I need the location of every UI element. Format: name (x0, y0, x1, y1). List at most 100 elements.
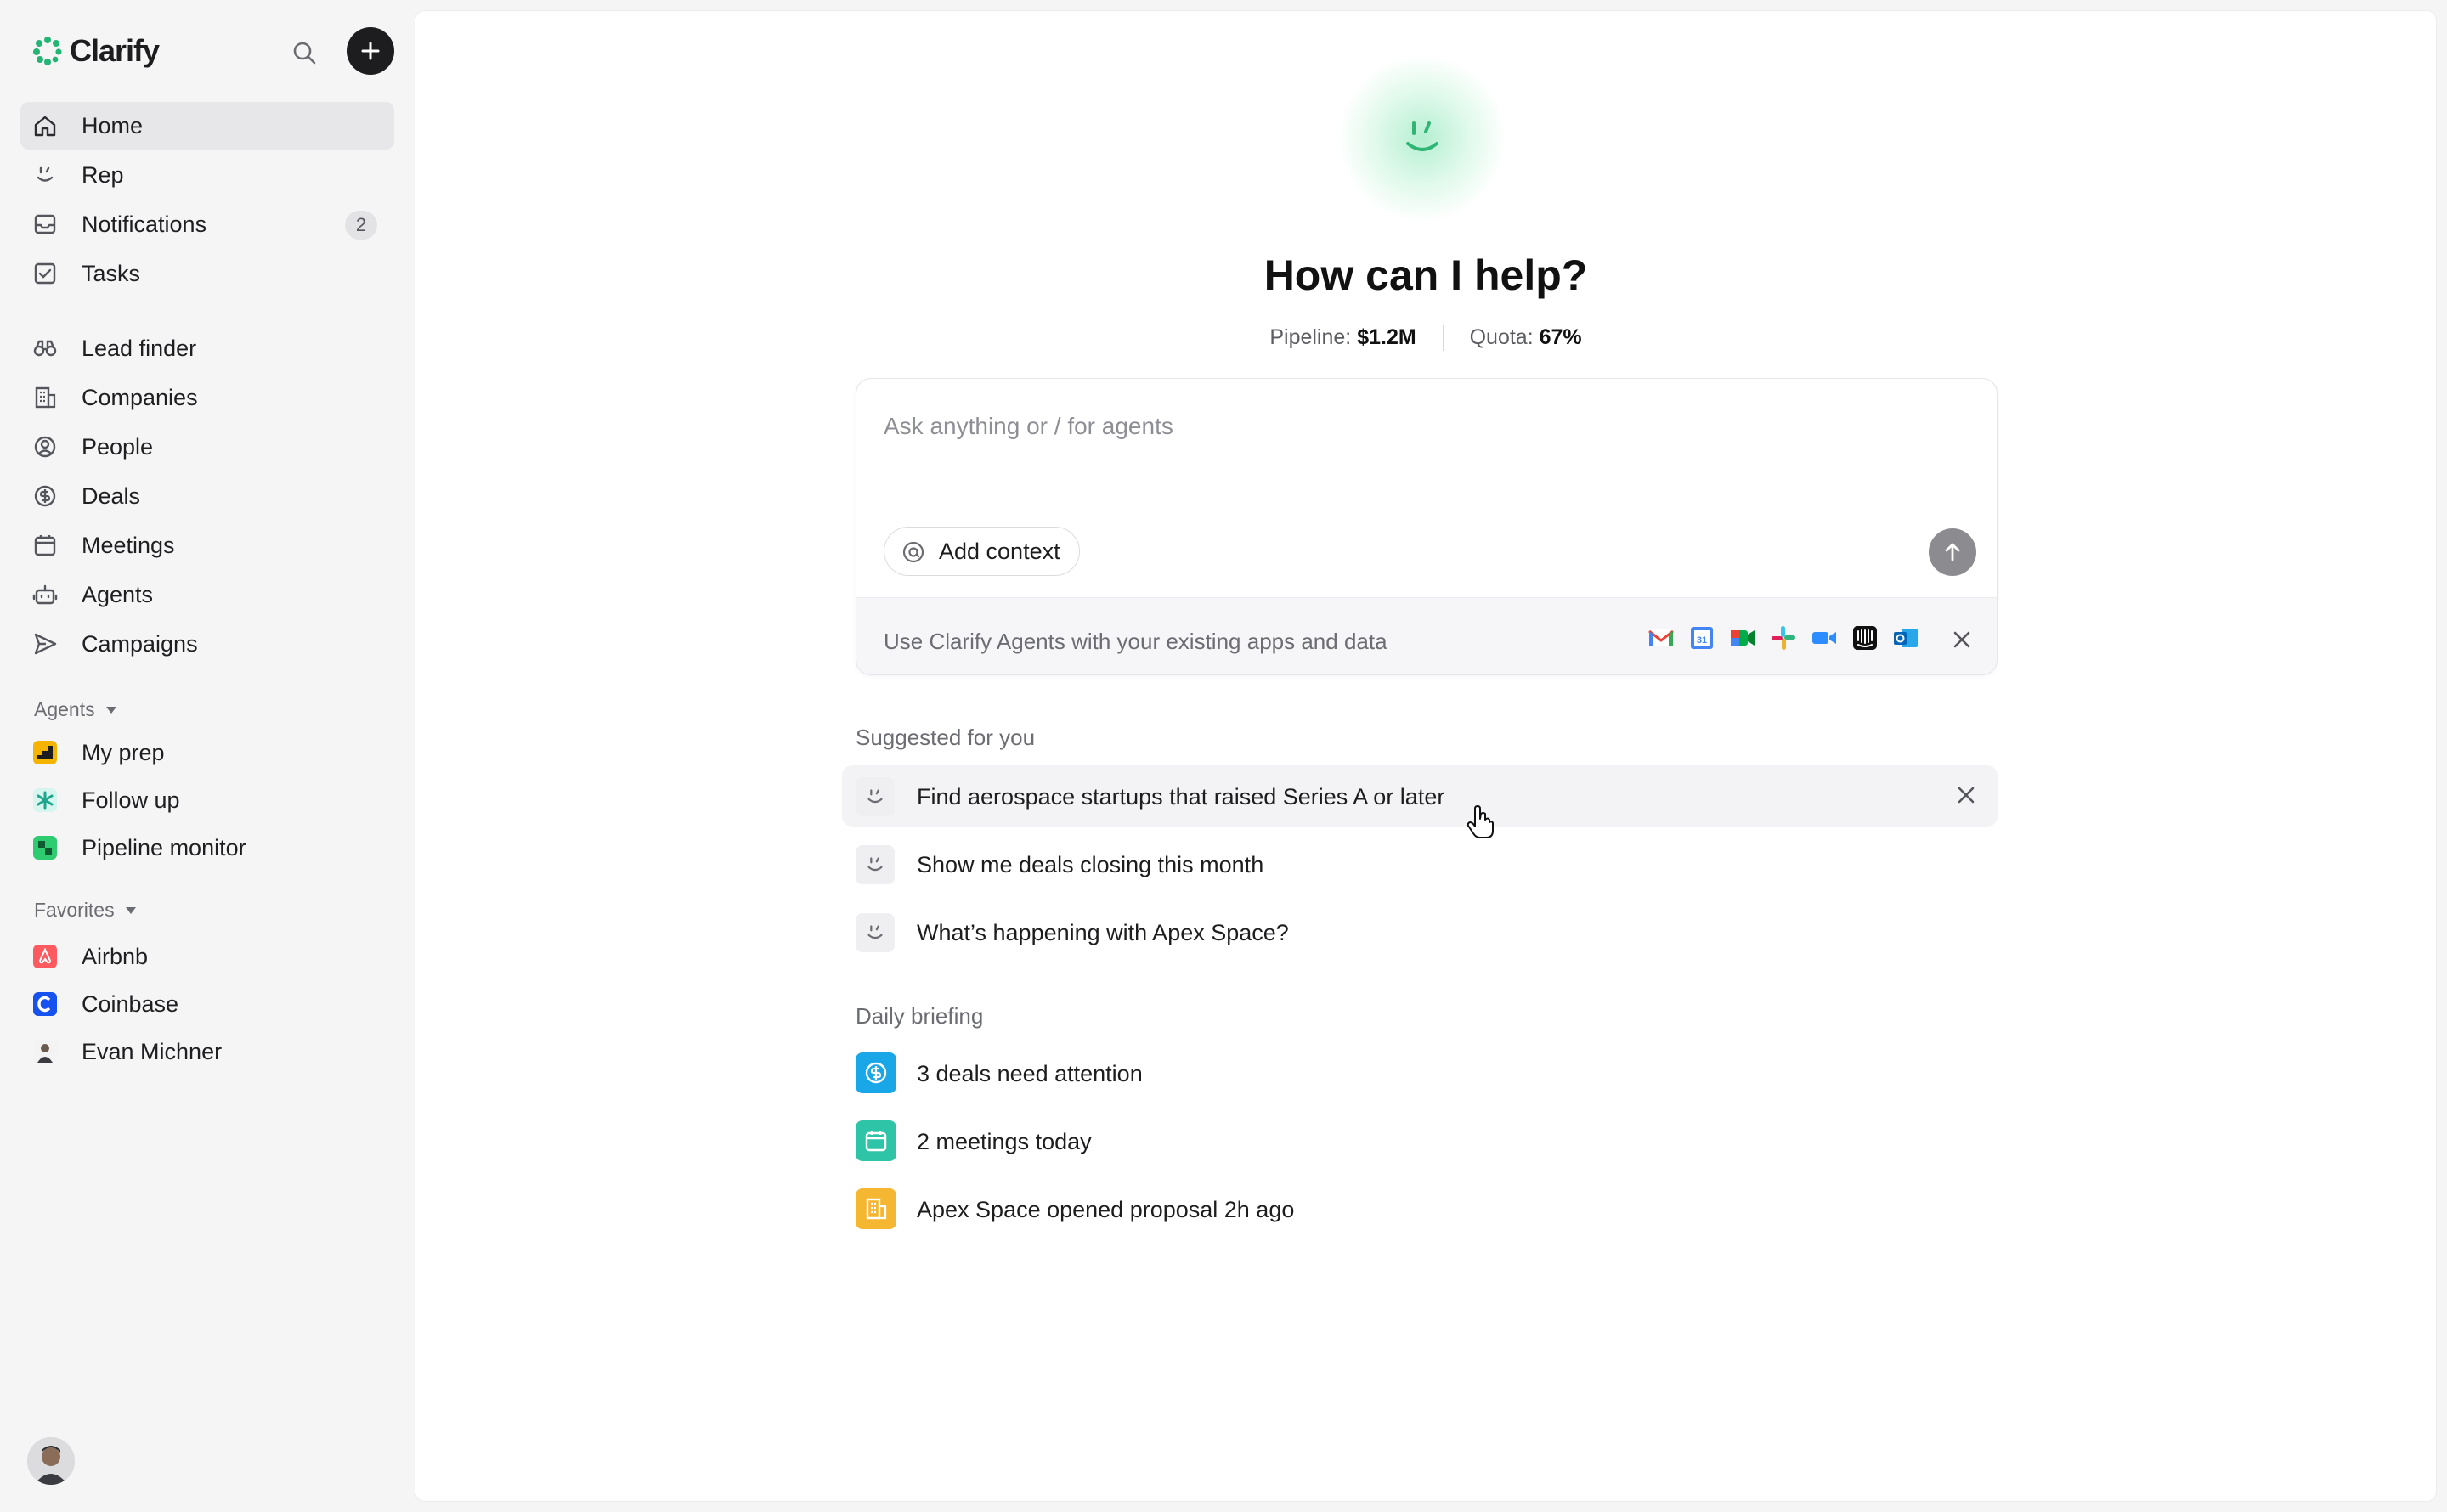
sidebar-item-home[interactable]: Home (20, 102, 394, 150)
suggestion-text: Find aerospace startups that raised Seri… (917, 784, 1445, 810)
dismiss-suggestion-icon[interactable] (1955, 784, 1977, 806)
new-button[interactable] (347, 27, 394, 75)
sidebar-item-companies[interactable]: Companies (20, 374, 394, 421)
add-context-label: Add context (939, 538, 1060, 564)
sidebar-item-campaigns[interactable]: Campaigns (20, 620, 394, 668)
calendar-icon (34, 535, 56, 556)
favorites-section-toggle[interactable]: Favorites (34, 899, 137, 922)
caret-down-icon (105, 706, 116, 714)
briefing-text: Apex Space opened proposal 2h ago (917, 1197, 1295, 1222)
my-prep-agent-icon (33, 741, 57, 764)
calendar-icon (856, 1120, 896, 1161)
sidebar-item-notifications[interactable]: Notifications 2 (20, 200, 394, 248)
briefing-item[interactable]: Apex Space opened proposal 2h ago (856, 1183, 1998, 1234)
pipeline-monitor-agent-icon (33, 836, 57, 860)
outlook-icon[interactable] (1891, 623, 1920, 652)
zoom-icon[interactable] (1810, 623, 1839, 652)
robot-icon (32, 584, 58, 605)
stats-divider (1442, 325, 1444, 352)
sidebar-item-label: Rep (82, 161, 124, 188)
sidebar-item-tasks[interactable]: Tasks (20, 250, 394, 297)
caret-down-icon (125, 906, 136, 914)
sidebar-item-follow-up[interactable]: Follow up (20, 776, 394, 824)
sidebar-item-lead-finder[interactable]: Lead finder (20, 324, 394, 372)
sidebar-item-label: Companies (82, 384, 198, 410)
suggestion-text: Show me deals closing this month (917, 852, 1264, 877)
main-panel: How can I help? Pipeline: $1.2M Quota: 6… (415, 10, 2437, 1502)
sidebar-item-label: Airbnb (82, 943, 149, 969)
building-icon (35, 386, 56, 409)
pipeline-label: Pipeline: (1269, 325, 1352, 349)
sidebar-item-pipeline-monitor[interactable]: Pipeline monitor (20, 824, 394, 872)
sidebar-item-evan-michner[interactable]: Evan Michner (20, 1028, 394, 1075)
sidebar-item-people[interactable]: People (20, 423, 394, 471)
search-icon[interactable] (287, 36, 321, 70)
briefing-item[interactable]: 2 meetings today (856, 1115, 1998, 1166)
assistant-face-icon (1406, 121, 1438, 151)
coinbase-logo-icon (33, 992, 57, 1016)
send-button[interactable] (1929, 528, 1976, 576)
chat-input-placeholder[interactable]: Ask anything or / for agents (884, 413, 1173, 440)
sidebar-item-coinbase[interactable]: Coinbase (20, 980, 394, 1028)
quota-value: 67% (1539, 325, 1582, 349)
assistant-glow (1337, 54, 1507, 223)
google-calendar-icon[interactable]: 31 (1687, 623, 1716, 652)
pipeline-value: $1.2M (1357, 325, 1416, 349)
brand-name: Clarify (70, 33, 160, 68)
briefing-text: 3 deals need attention (917, 1061, 1143, 1086)
sidebar-item-label: Notifications (82, 211, 207, 237)
user-avatar[interactable] (27, 1437, 75, 1485)
chat-input-area[interactable]: Ask anything or / for agents Add context (856, 379, 1997, 598)
rep-face-icon (856, 845, 895, 884)
brand-logo[interactable]: Clarify (32, 32, 160, 70)
agents-section-toggle[interactable]: Agents (34, 698, 117, 721)
sidebar-item-agents[interactable]: Agents (20, 571, 394, 618)
suggestion-text: What’s happening with Apex Space? (917, 920, 1289, 945)
airbnb-logo-icon (33, 945, 57, 968)
sidebar-item-label: Coinbase (82, 990, 179, 1017)
rep-face-icon (856, 777, 895, 816)
hand-cursor-icon (1467, 805, 1494, 838)
checkbox-icon (34, 262, 56, 285)
sidebar-item-label: Evan Michner (82, 1038, 223, 1064)
follow-up-agent-icon (33, 788, 57, 812)
integration-icons: 31 (1647, 623, 1920, 652)
binoculars-icon (33, 340, 57, 357)
section-label: Agents (34, 698, 95, 720)
close-icon[interactable] (1951, 629, 1973, 651)
suggested-section-label: Suggested for you (856, 725, 1036, 750)
rep-face-icon (856, 913, 895, 952)
building-icon (856, 1188, 896, 1229)
sidebar-item-my-prep[interactable]: My prep (20, 729, 394, 776)
daily-briefing-label: Daily briefing (856, 1003, 984, 1029)
sidebar-item-label: People (82, 433, 154, 460)
intercom-icon[interactable] (1851, 623, 1879, 652)
inbox-icon (34, 214, 56, 234)
suggestion-item[interactable]: Show me deals closing this month (842, 833, 1998, 894)
sidebar-item-meetings[interactable]: Meetings (20, 522, 394, 569)
sidebar-item-airbnb[interactable]: Airbnb (20, 933, 394, 980)
sidebar-item-label: Pipeline monitor (82, 834, 246, 860)
arrow-up-icon (1945, 543, 1960, 561)
slack-icon[interactable] (1769, 623, 1798, 652)
person-avatar-icon (33, 1040, 57, 1063)
sidebar-item-label: Campaigns (82, 630, 198, 657)
sidebar-item-label: Follow up (82, 787, 180, 813)
briefing-text: 2 meetings today (917, 1129, 1092, 1154)
gmail-icon[interactable] (1647, 623, 1676, 652)
notification-count-badge: 2 (345, 211, 377, 240)
send-icon (34, 633, 57, 655)
add-context-button[interactable]: Add context (884, 527, 1080, 576)
sidebar-item-label: Tasks (82, 260, 141, 286)
suggestion-item[interactable]: What’s happening with Apex Space? (842, 901, 1998, 962)
suggestion-item[interactable]: Find aerospace startups that raised Seri… (842, 765, 1998, 827)
sidebar-item-rep[interactable]: Rep (20, 151, 394, 199)
plus-icon (361, 42, 380, 60)
rep-face-icon (37, 166, 54, 182)
chat-composer: Ask anything or / for agents Add context… (856, 378, 1998, 675)
clarify-logo-icon (33, 37, 62, 65)
page-title: How can I help? (1263, 251, 1588, 299)
briefing-item[interactable]: 3 deals need attention (856, 1047, 1998, 1098)
google-meet-icon[interactable] (1728, 623, 1757, 652)
sidebar-item-deals[interactable]: Deals (20, 472, 394, 520)
